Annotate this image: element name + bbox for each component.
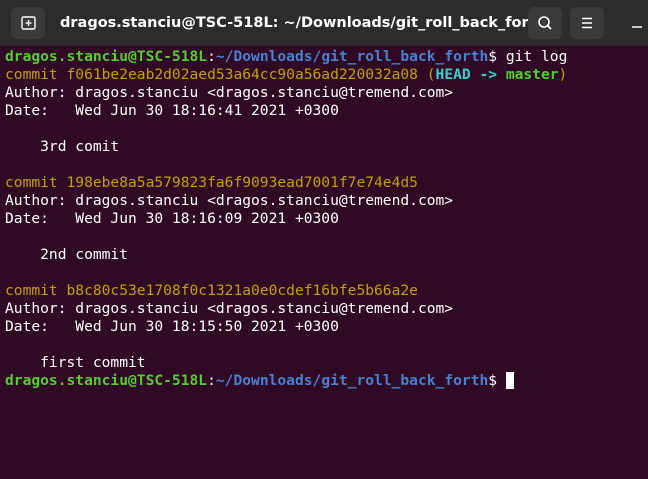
terminal-output[interactable]: dragos.stanciu@TSC-518L:~/Downloads/git_…: [5, 48, 645, 390]
commit-hash: commit 198ebe8a5a579823fa6f9093ead7001f7…: [5, 174, 418, 191]
ref-open: (: [417, 66, 436, 83]
commit-message: first commit: [5, 354, 146, 371]
minimize-button[interactable]: [614, 7, 648, 39]
commit-author: Author: dragos.stanciu <dragos.stanciu@t…: [5, 192, 454, 209]
commit-hash: commit f061be2eab2d02aed53a64cc90a56ad22…: [5, 66, 418, 83]
text-cursor: [506, 372, 515, 389]
commit-message: 3rd comit: [5, 138, 120, 155]
prompt-path: ~/Downloads/git_roll_back_forth: [215, 48, 489, 65]
prompt-colon: :: [207, 48, 216, 65]
head-ref: HEAD ->: [435, 66, 506, 83]
command-text: git log: [497, 48, 568, 65]
new-tab-button[interactable]: [11, 7, 45, 39]
menu-button[interactable]: [570, 7, 604, 39]
terminal-window: dragos.stanciu@TSC-518L: ~/Downloads/git…: [0, 0, 648, 479]
prompt-line: dragos.stanciu@TSC-518L:~/Downloads/git_…: [5, 372, 645, 390]
prompt-user-host: dragos.stanciu@TSC-518L: [5, 48, 208, 65]
commit-date: Date: Wed Jun 30 18:15:50 2021 +0300: [5, 318, 339, 335]
commit-hash-line: commit f061be2eab2d02aed53a64cc90a56ad22…: [5, 66, 645, 84]
search-button[interactable]: [528, 7, 562, 39]
commit-hash: commit b8c80c53e1708f0c1321a0e0cdef16bfe…: [5, 282, 418, 299]
window-title: dragos.stanciu@TSC-518L: ~/Downloads/git…: [60, 15, 546, 31]
commit-author: Author: dragos.stanciu <dragos.stanciu@t…: [5, 300, 454, 317]
new-tab-icon: [21, 16, 36, 30]
commit-message: 2nd commit: [5, 246, 129, 263]
branch-ref: master: [505, 66, 559, 83]
prompt-user-host: dragos.stanciu@TSC-518L: [5, 372, 208, 389]
prompt-line: dragos.stanciu@TSC-518L:~/Downloads/git_…: [5, 48, 645, 66]
search-icon: [538, 16, 552, 30]
prompt-dollar: $: [488, 372, 498, 389]
commit-hash-line: commit 198ebe8a5a579823fa6f9093ead7001f7…: [5, 174, 645, 192]
ref-close: ): [558, 66, 568, 83]
commit-date: Date: Wed Jun 30 18:16:41 2021 +0300: [5, 102, 339, 119]
commit-author: Author: dragos.stanciu <dragos.stanciu@t…: [5, 84, 454, 101]
title-bar[interactable]: dragos.stanciu@TSC-518L: ~/Downloads/git…: [0, 0, 648, 46]
commit-hash-line: commit b8c80c53e1708f0c1321a0e0cdef16bfe…: [5, 282, 645, 300]
prompt-colon: :: [207, 372, 216, 389]
prompt-path: ~/Downloads/git_roll_back_forth: [215, 372, 489, 389]
minimize-icon: [632, 26, 642, 28]
commit-date: Date: Wed Jun 30 18:16:09 2021 +0300: [5, 210, 339, 227]
hamburger-menu-icon: [582, 17, 592, 29]
prompt-dollar: $: [488, 48, 498, 65]
